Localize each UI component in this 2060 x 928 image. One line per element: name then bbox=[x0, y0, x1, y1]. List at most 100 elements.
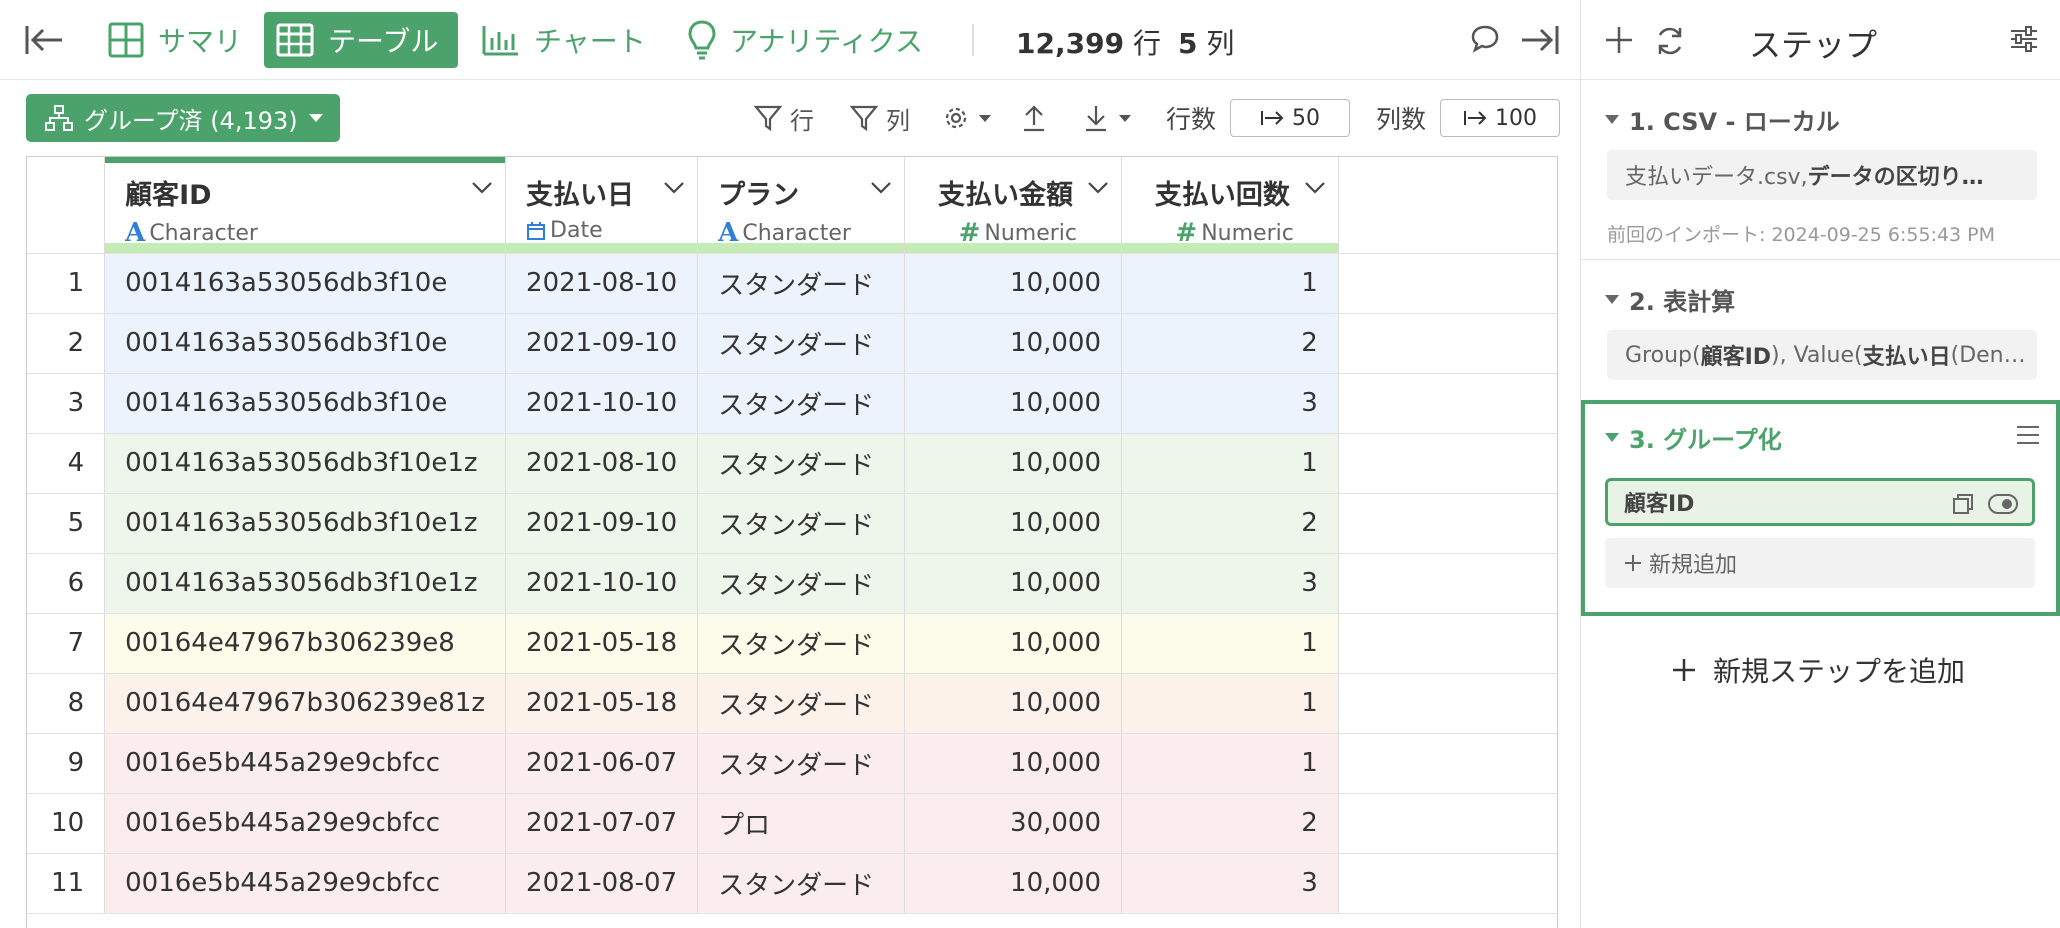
row-index[interactable]: 9 bbox=[27, 733, 106, 794]
row-index[interactable]: 5 bbox=[27, 493, 106, 554]
cell-payment-amount[interactable]: 10,000 bbox=[904, 613, 1123, 674]
column-header-plan[interactable]: プラン A Character bbox=[697, 157, 906, 254]
step-summary[interactable]: 支払いデータ.csv, データの区切り… bbox=[1607, 150, 2037, 200]
cell-customer-id[interactable]: 0014163a53056db3f10e1z bbox=[104, 493, 507, 554]
cell-plan[interactable]: スタンダード bbox=[697, 553, 906, 614]
step-summary[interactable]: Group(顧客ID), Value(支払い日 (Den… bbox=[1607, 330, 2037, 380]
toggle-icon[interactable] bbox=[1988, 494, 2018, 514]
cell-payment-date[interactable]: 2021-07-07 bbox=[505, 793, 699, 854]
cell-plan[interactable]: プロ bbox=[697, 793, 906, 854]
cell-plan[interactable]: スタンダード bbox=[697, 253, 906, 314]
cell-plan[interactable]: スタンダード bbox=[697, 853, 906, 914]
cell-plan[interactable]: スタンダード bbox=[697, 673, 906, 734]
cell-customer-id[interactable]: 00164e47967b306239e8 bbox=[104, 613, 507, 674]
row-index[interactable]: 11 bbox=[27, 853, 106, 914]
cell-payment-amount[interactable]: 10,000 bbox=[904, 373, 1123, 434]
row-index[interactable]: 2 bbox=[27, 313, 106, 374]
cell-customer-id[interactable]: 0014163a53056db3f10e bbox=[104, 373, 507, 434]
cell-plan[interactable]: スタンダード bbox=[697, 733, 906, 794]
cell-payment-count[interactable]: 2 bbox=[1121, 493, 1339, 554]
group-key-chip[interactable]: 顧客ID bbox=[1605, 478, 2035, 526]
row-limit-input[interactable]: 50 bbox=[1230, 99, 1350, 137]
chevron-down-icon[interactable] bbox=[663, 181, 685, 195]
table-row[interactable]: 6 0014163a53056db3f10e1z 2021-10-10 スタンダード 1… bbox=[27, 553, 1557, 614]
chevron-down-icon[interactable] bbox=[870, 181, 892, 195]
cell-payment-date[interactable]: 2021-06-07 bbox=[505, 733, 699, 794]
tab-summary[interactable]: サマリ bbox=[96, 12, 254, 68]
cell-payment-count[interactable]: 2 bbox=[1121, 313, 1339, 374]
row-index[interactable]: 6 bbox=[27, 553, 106, 614]
grouped-dropdown-button[interactable]: グループ済 (4,193) bbox=[26, 94, 340, 142]
cell-payment-amount[interactable]: 10,000 bbox=[904, 493, 1123, 554]
row-index[interactable]: 1 bbox=[27, 253, 106, 314]
table-row[interactable]: 1 0014163a53056db3f10e 2021-08-10 スタンダード 10,… bbox=[27, 253, 1557, 314]
cell-customer-id[interactable]: 0014163a53056db3f10e1z bbox=[104, 433, 507, 494]
column-header-customer-id[interactable]: 顧客ID A Character bbox=[104, 157, 507, 254]
step-title[interactable]: 2. 表計算 bbox=[1605, 282, 1735, 317]
cell-customer-id[interactable]: 0014163a53056db3f10e bbox=[104, 313, 507, 374]
cell-payment-count[interactable]: 1 bbox=[1121, 673, 1339, 734]
step-grouping[interactable]: 3. グループ化 顧客ID 新規追加 bbox=[1581, 400, 2060, 616]
chevron-down-icon[interactable] bbox=[1087, 181, 1109, 195]
row-filter-button[interactable]: 行 bbox=[754, 100, 814, 136]
cell-customer-id[interactable]: 0014163a53056db3f10e bbox=[104, 253, 507, 314]
cell-payment-count[interactable]: 3 bbox=[1121, 853, 1339, 914]
cell-payment-date[interactable]: 2021-10-10 bbox=[505, 373, 699, 434]
collapse-left-icon[interactable] bbox=[24, 22, 64, 58]
cell-payment-date[interactable]: 2021-09-10 bbox=[505, 493, 699, 554]
cell-payment-amount[interactable]: 10,000 bbox=[904, 853, 1123, 914]
cell-customer-id[interactable]: 00164e47967b306239e81z bbox=[104, 673, 507, 734]
cell-payment-count[interactable]: 1 bbox=[1121, 433, 1339, 494]
table-row[interactable]: 11 0016e5b445a29e9cbfcc 2021-08-07 スタンダード 10… bbox=[27, 853, 1557, 914]
cell-customer-id[interactable]: 0014163a53056db3f10e1z bbox=[104, 553, 507, 614]
column-limit-input[interactable]: 100 bbox=[1440, 99, 1560, 137]
cell-payment-date[interactable]: 2021-08-10 bbox=[505, 433, 699, 494]
table-row[interactable]: 8 00164e47967b306239e81z 2021-05-18 スタンダード 1… bbox=[27, 673, 1557, 734]
table-row[interactable]: 10 0016e5b445a29e9cbfcc 2021-07-07 プロ 30,000… bbox=[27, 793, 1557, 854]
row-index[interactable]: 3 bbox=[27, 373, 106, 434]
step-table-calc[interactable]: 2. 表計算 Group(顧客ID), Value(支払い日 (Den… bbox=[1581, 260, 2060, 402]
cell-payment-amount[interactable]: 10,000 bbox=[904, 733, 1123, 794]
cell-payment-count[interactable]: 1 bbox=[1121, 613, 1339, 674]
cell-payment-amount[interactable]: 10,000 bbox=[904, 253, 1123, 314]
table-row[interactable]: 4 0014163a53056db3f10e1z 2021-08-10 スタンダード 1… bbox=[27, 433, 1557, 494]
plus-icon[interactable] bbox=[1603, 24, 1635, 56]
row-index[interactable]: 8 bbox=[27, 673, 106, 734]
step-title[interactable]: 3. グループ化 bbox=[1605, 420, 1782, 455]
chevron-down-icon[interactable] bbox=[471, 181, 493, 195]
step-csv-local[interactable]: 1. CSV - ローカル 支払いデータ.csv, データの区切り… 前回のイン… bbox=[1581, 80, 2060, 260]
cell-payment-date[interactable]: 2021-09-10 bbox=[505, 313, 699, 374]
collapse-right-icon[interactable] bbox=[1520, 22, 1560, 62]
column-filter-button[interactable]: 列 bbox=[850, 100, 910, 136]
column-header-payment-count[interactable]: 支払い回数 # Numeric bbox=[1121, 157, 1339, 254]
import-dropdown[interactable] bbox=[1082, 100, 1132, 136]
sliders-icon[interactable] bbox=[2009, 24, 2039, 54]
row-index[interactable]: 7 bbox=[27, 613, 106, 674]
cell-plan[interactable]: スタンダード bbox=[697, 373, 906, 434]
cell-payment-count[interactable]: 3 bbox=[1121, 373, 1339, 434]
tab-chart[interactable]: チャート bbox=[470, 12, 658, 68]
row-index[interactable]: 4 bbox=[27, 433, 106, 494]
tab-table[interactable]: テーブル bbox=[264, 12, 458, 68]
table-row[interactable]: 7 00164e47967b306239e8 2021-05-18 スタンダード 10,… bbox=[27, 613, 1557, 674]
cell-plan[interactable]: スタンダード bbox=[697, 493, 906, 554]
cell-payment-amount[interactable]: 10,000 bbox=[904, 553, 1123, 614]
cell-payment-count[interactable]: 1 bbox=[1121, 253, 1339, 314]
cell-payment-amount[interactable]: 30,000 bbox=[904, 793, 1123, 854]
menu-icon[interactable] bbox=[2015, 424, 2041, 446]
comment-icon[interactable] bbox=[1470, 24, 1500, 58]
row-index[interactable]: 10 bbox=[27, 793, 106, 854]
cell-payment-amount[interactable]: 10,000 bbox=[904, 673, 1123, 734]
cell-payment-date[interactable]: 2021-05-18 bbox=[505, 613, 699, 674]
cell-payment-amount[interactable]: 10,000 bbox=[904, 433, 1123, 494]
cell-payment-count[interactable]: 2 bbox=[1121, 793, 1339, 854]
cell-payment-date[interactable]: 2021-08-10 bbox=[505, 253, 699, 314]
column-header-payment-amount[interactable]: 支払い金額 # Numeric bbox=[904, 157, 1123, 254]
chevron-down-icon[interactable] bbox=[1304, 181, 1326, 195]
cell-customer-id[interactable]: 0016e5b445a29e9cbfcc bbox=[104, 853, 507, 914]
cell-payment-date[interactable]: 2021-10-10 bbox=[505, 553, 699, 614]
cell-payment-date[interactable]: 2021-05-18 bbox=[505, 673, 699, 734]
step-title[interactable]: 1. CSV - ローカル bbox=[1605, 102, 1840, 137]
table-row[interactable]: 5 0014163a53056db3f10e1z 2021-09-10 スタンダード 1… bbox=[27, 493, 1557, 554]
add-new-step-button[interactable]: 新規ステップを追加 bbox=[1671, 650, 1965, 690]
